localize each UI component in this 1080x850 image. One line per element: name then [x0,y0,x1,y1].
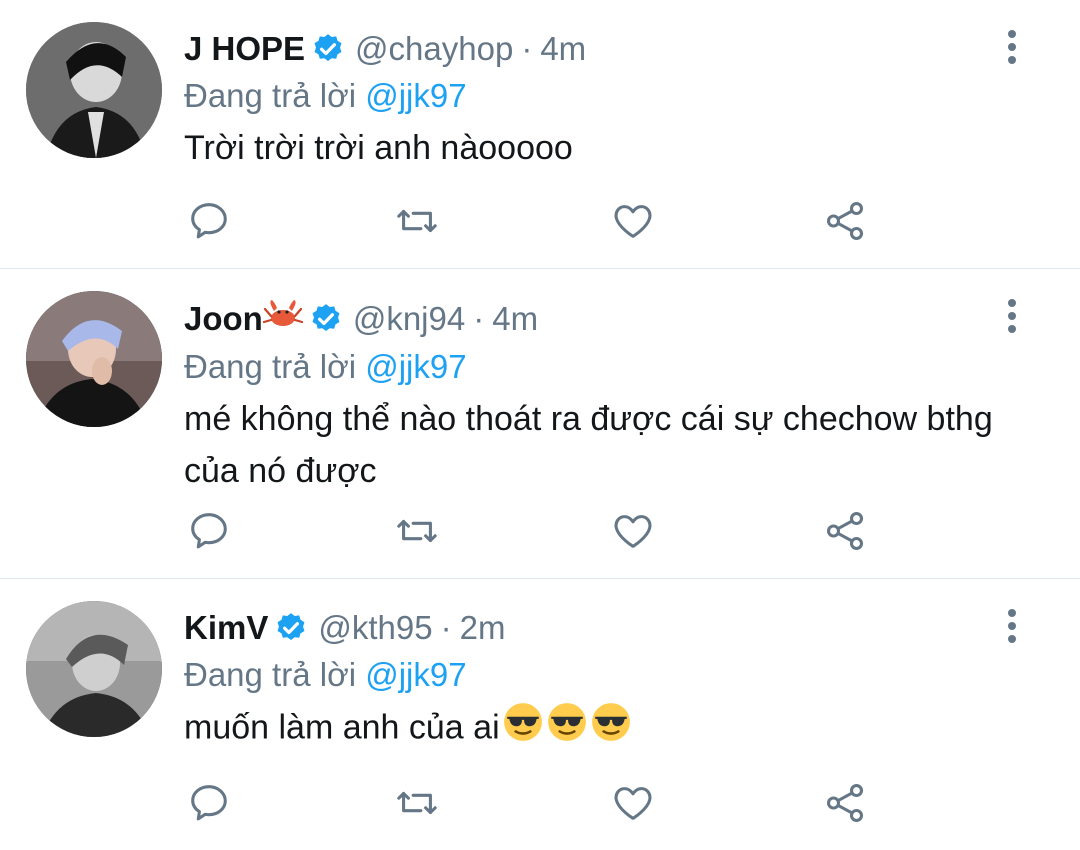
tweet-text: mé không thể nào thoát ra được cái sự ch… [184,393,1000,497]
verified-badge-icon [309,302,343,336]
replying-to: Đang trả lời @jjk97 [184,655,1000,695]
replying-to-label: Đang trả lời [184,656,357,693]
more-vertical-icon[interactable] [1002,299,1022,335]
like-button[interactable] [608,778,658,828]
user-handle[interactable]: @chayhop [355,28,513,70]
like-button[interactable] [608,196,658,246]
replying-to-label: Đang trả lời [184,348,357,385]
avatar-image [26,601,162,737]
action-bar [184,196,980,246]
share-button[interactable] [820,196,870,246]
reply-icon [191,785,227,821]
separator: · [521,30,533,67]
separator: · [473,300,485,337]
user-handle[interactable]: @kth95 [318,607,432,649]
retweet-button[interactable] [392,506,442,556]
sunglasses-emoji-icon [590,701,632,758]
sunglasses-emoji-icon [546,701,588,758]
timestamp[interactable]: 4m [492,298,538,340]
reply-button[interactable] [184,506,234,556]
tweet[interactable]: KimV @kth95 · 2m Đang trả lời @jjk97 muố… [0,579,1080,850]
action-bar [184,506,980,556]
tweet-text-body: mé không thể nào thoát ra được cái sự ch… [184,400,993,490]
retweet-icon [397,519,437,543]
tweet-text-body: Trời trời trời anh nàooooo [184,129,573,167]
like-button[interactable] [608,506,658,556]
crab-emoji-icon [262,297,303,341]
replying-to: Đang trả lời @jjk97 [184,76,1000,116]
retweet-button[interactable] [392,778,442,828]
retweet-icon [397,791,437,815]
reply-icon [191,513,227,549]
more-vertical-icon[interactable] [1002,609,1022,645]
sunglasses-emoji-icon [502,701,544,758]
display-name[interactable]: KimV [184,607,268,649]
more-vertical-icon[interactable] [1002,30,1022,66]
replying-to: Đang trả lời @jjk97 [184,347,1000,387]
share-icon [826,784,864,822]
avatar[interactable] [26,22,162,158]
share-icon [826,512,864,550]
heart-icon [614,205,652,238]
share-button[interactable] [820,506,870,556]
reply-mention-link[interactable]: @jjk97 [365,77,466,114]
reply-button[interactable] [184,196,234,246]
avatar-image [26,291,162,427]
avatar[interactable] [26,291,162,427]
heart-icon [614,787,652,820]
tweet[interactable]: Joon @knj94 · 4m Đang trả lời @jjk97 mé … [0,269,1080,579]
verified-badge-icon [311,32,345,66]
tweet[interactable]: J HOPE @chayhop · 4m Đang trả lời @jjk97… [0,0,1080,269]
share-button[interactable] [820,778,870,828]
replying-to-label: Đang trả lời [184,77,357,114]
display-name[interactable]: Joon [184,298,263,340]
timestamp[interactable]: 4m [540,28,586,70]
verified-badge-icon [274,611,308,645]
retweet-button[interactable] [392,196,442,246]
tweet-text-body: muốn làm anh của ai [184,708,500,747]
tweet-text: Trời trời trời anh nàooooo [184,122,1000,174]
share-icon [826,202,864,240]
action-bar [184,778,980,828]
reply-icon [191,203,227,239]
avatar[interactable] [26,601,162,737]
tweet-text: muốn làm anh của ai [184,701,1000,758]
reply-mention-link[interactable]: @jjk97 [365,656,466,693]
avatar-image [26,22,162,158]
separator: · [440,609,452,646]
display-name[interactable]: J HOPE [184,28,305,70]
heart-icon [614,515,652,548]
timestamp[interactable]: 2m [460,607,506,649]
reply-mention-link[interactable]: @jjk97 [365,348,466,385]
reply-button[interactable] [184,778,234,828]
retweet-icon [397,209,437,233]
user-handle[interactable]: @knj94 [353,298,465,340]
